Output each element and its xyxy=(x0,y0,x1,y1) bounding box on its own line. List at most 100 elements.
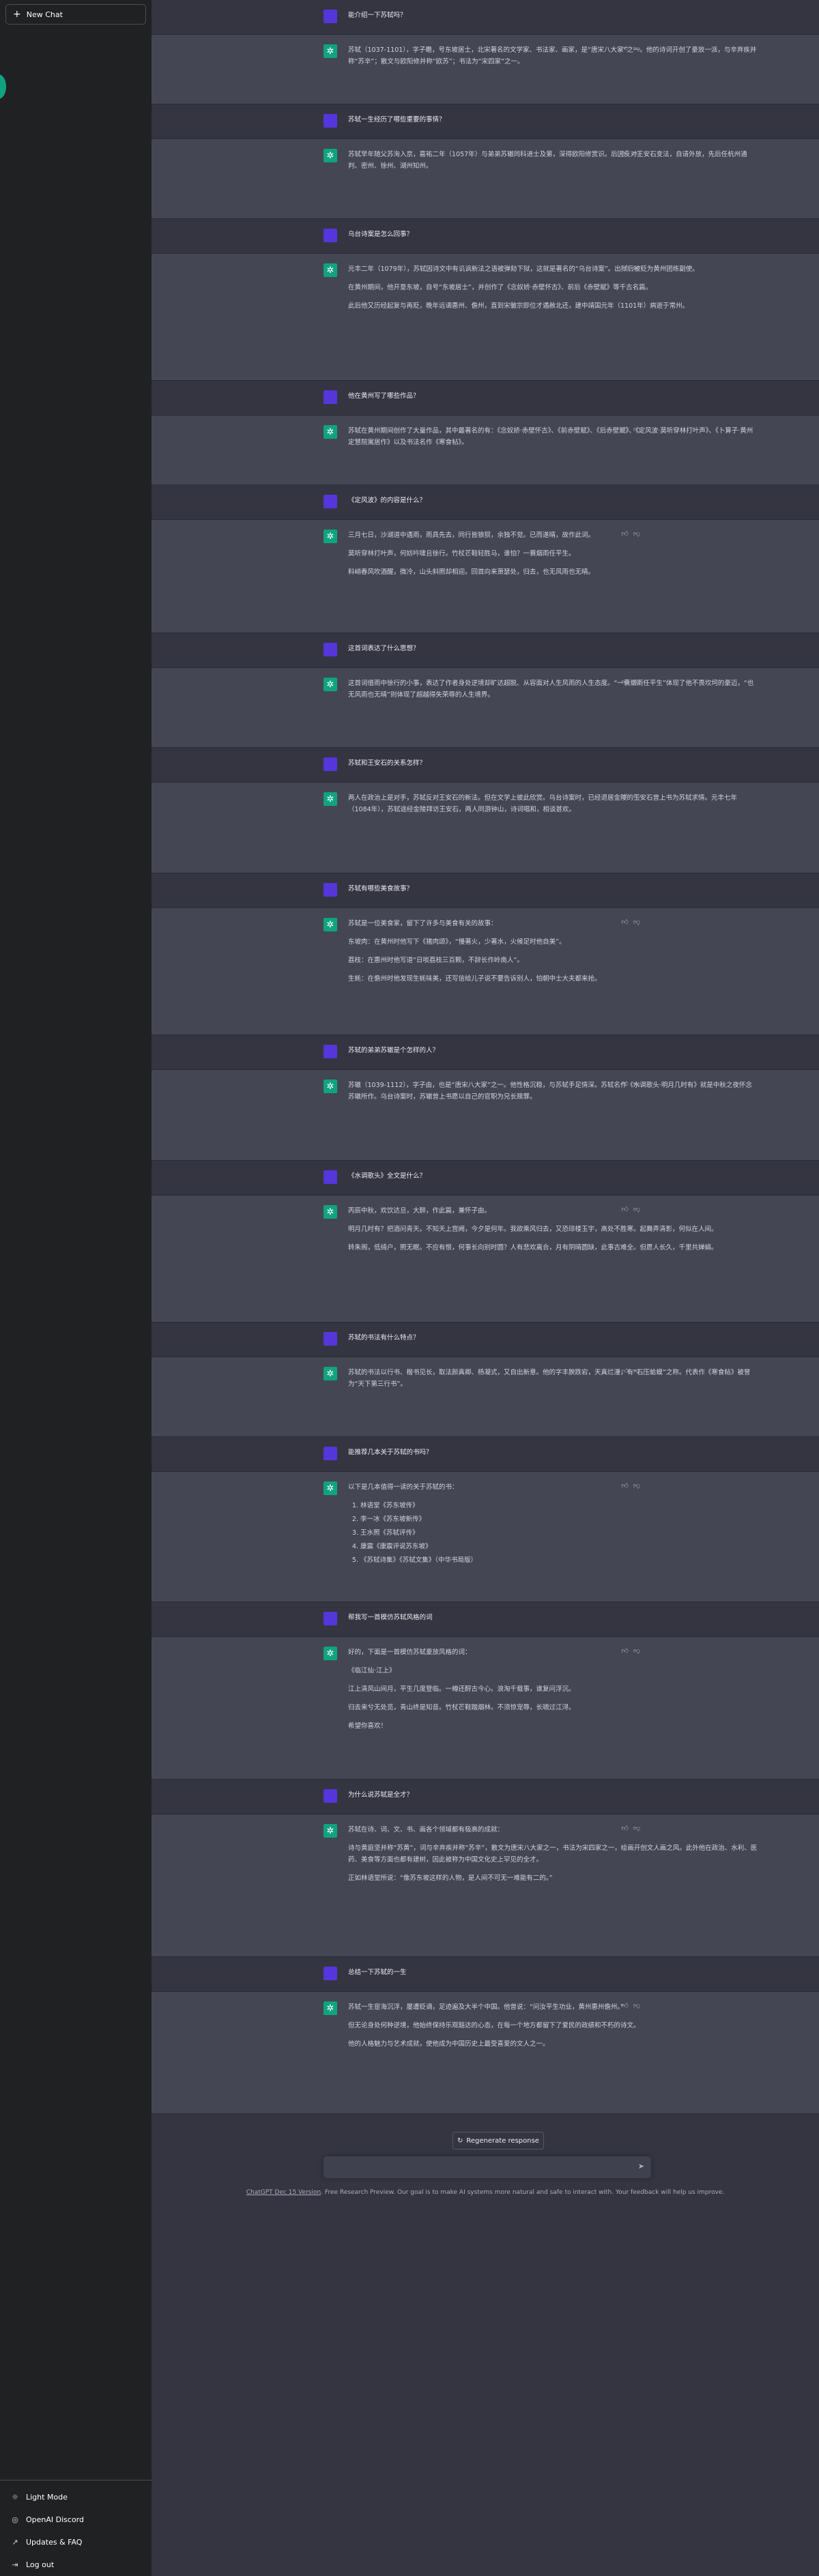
thumbs-down-icon[interactable]: 👎︎ xyxy=(633,425,640,433)
message-paragraph: 苏轼有哪些美食故事？ xyxy=(348,885,414,893)
message-text: 乌台诗案是怎么回事？ xyxy=(348,229,758,243)
assistant-logo-icon: ✲ xyxy=(324,530,337,543)
feedback-buttons: 👍︎ 👎︎ xyxy=(621,1481,640,1490)
thumbs-down-icon[interactable]: 👎︎ xyxy=(633,149,640,157)
thumbs-up-icon[interactable]: 👍︎ xyxy=(621,2001,628,2010)
message-paragraph: 在黄州期间，他开垦东坡，自号“东坡居士”，并创作了《念奴娇·赤壁怀古》、前后《赤… xyxy=(348,284,652,291)
new-chat-button[interactable]: + New Chat xyxy=(5,4,146,25)
user-message: 他在黄州写了哪些作品？ xyxy=(152,381,819,416)
user-message: 《定风波》的内容是什么？ xyxy=(152,485,819,520)
message-paragraph: 《定风波》的内容是什么？ xyxy=(348,497,427,504)
message-paragraph: 苏轼一生宦海沉浮，屡遭贬谪，足迹遍及大半个中国。他曾说：“问汝平生功业，黄州惠州… xyxy=(348,2003,624,2011)
thumbs-down-icon[interactable]: 👎︎ xyxy=(633,530,640,538)
message-paragraph: 但无论身处何种逆境，他始终保持乐观豁达的心态，在每一个地方都留下了爱民的政绩和不… xyxy=(348,2022,640,2029)
assistant-message: ✲ 两人在政治上是对手，苏轼反对王安石的新法。但在文学上彼此欣赏。乌台诗案时，已经… xyxy=(152,783,819,873)
user-message: 帮我写一首模仿苏轼风格的词 xyxy=(152,1602,819,1637)
list-item: 林语堂《苏东坡传》 xyxy=(360,1500,758,1511)
feedback-buttons: 👍︎ 👎︎ xyxy=(621,792,640,800)
thumbs-up-icon[interactable]: 👍︎ xyxy=(621,1367,628,1375)
sidebar-item-label: Light Mode xyxy=(26,2493,68,2502)
assistant-logo-icon: ✲ xyxy=(324,1205,337,1219)
thumbs-up-icon[interactable]: 👍︎ xyxy=(621,149,628,157)
message-input[interactable]: ➤ xyxy=(324,2156,651,2178)
thumbs-up-icon[interactable]: 👍︎ xyxy=(621,792,628,800)
thumbs-down-icon[interactable]: 👎︎ xyxy=(633,1481,640,1490)
thumbs-down-icon[interactable]: 👎︎ xyxy=(633,918,640,926)
sidebar-item-sun[interactable]: ☼ Light Mode xyxy=(0,2486,152,2508)
message-paragraph: 苏轼早年随父苏洵入京，嘉祐二年（1057年）与弟弟苏辙同科进士及第，深得欧阳修赏… xyxy=(348,151,747,170)
user-avatar xyxy=(324,10,337,23)
send-icon[interactable]: ➤ xyxy=(638,2162,644,2171)
thumbs-up-icon[interactable]: 👍︎ xyxy=(621,1824,628,1832)
message-text: 苏轼在诗、词、文、书、画各个领域都有极高的成就： 诗与黄庭坚并称“苏黄”，词与辛弃… xyxy=(348,1824,758,1891)
assistant-logo-icon: ✲ xyxy=(324,792,337,806)
message-paragraph: 荔枝：在惠州时他写道“日啖荔枝三百颗，不辞长作岭南人”。 xyxy=(348,957,523,964)
message-text: 苏轼的弟弟苏辙是个怎样的人？ xyxy=(348,1045,758,1059)
user-avatar xyxy=(324,757,337,771)
message-paragraph: 生蚝：在儋州时他发现生蚝味美，还写信给儿子说不要告诉别人，怕朝中士大夫都来抢。 xyxy=(348,975,601,983)
thumbs-up-icon[interactable]: 👍︎ xyxy=(621,918,628,926)
user-message: 《水调歌头》全文是什么？ xyxy=(152,1161,819,1196)
thumbs-up-icon[interactable]: 👍︎ xyxy=(621,678,628,686)
message-paragraph: 明月几时有？把酒问青天。不知天上宫阙，今夕是何年。我欲乘风归去，又恐琼楼玉宇，高… xyxy=(348,1226,718,1233)
thumbs-up-icon[interactable]: 👍︎ xyxy=(621,1481,628,1490)
message-text: 两人在政治上是对手，苏轼反对王安石的新法。但在文学上彼此欣赏。乌台诗案时，已经退… xyxy=(348,792,758,822)
user-avatar xyxy=(324,1612,337,1625)
regenerate-label: Regenerate response xyxy=(466,2137,539,2145)
sidebar-item-logout[interactable]: ⇥ Log out xyxy=(0,2553,152,2576)
message-text: 苏轼在黄州期间创作了大量作品，其中最著名的有：《念奴娇·赤壁怀古》、《前赤壁赋》… xyxy=(348,425,758,455)
thumbs-up-icon[interactable]: 👍︎ xyxy=(621,263,628,272)
thumbs-up-icon[interactable]: 👍︎ xyxy=(621,1647,628,1655)
message-paragraph: 江上清风山间月，平生几度登临。一樽还酹古今心。浪淘千载事，谁复问浮沉。 xyxy=(348,1685,575,1693)
message-text: 苏轼一生经历了哪些重要的事情？ xyxy=(348,114,758,128)
thumbs-down-icon[interactable]: 👎︎ xyxy=(633,1367,640,1375)
sidebar-item-discord[interactable]: ◎ OpenAI Discord xyxy=(0,2508,152,2531)
version-link[interactable]: ChatGPT Dec 15 Version xyxy=(246,2189,321,2196)
message-paragraph: 苏轼在诗、词、文、书、画各个领域都有极高的成就： xyxy=(348,1826,504,1834)
message-text: 苏轼（1037-1101），字子瞻，号东坡居士，北宋著名的文学家、书法家、画家，… xyxy=(348,44,758,74)
user-message: 能介绍一下苏轼吗？ xyxy=(152,0,819,35)
feedback-buttons: 👍︎ 👎︎ xyxy=(621,1367,640,1375)
message-paragraph: 苏轼在黄州期间创作了大量作品，其中最著名的有：《念奴娇·赤壁怀古》、《前赤壁赋》… xyxy=(348,427,753,446)
thumbs-down-icon[interactable]: 👎︎ xyxy=(633,792,640,800)
assistant-logo-icon: ✲ xyxy=(324,1367,337,1380)
sidebar-item-label: Updates & FAQ xyxy=(26,2538,83,2547)
message-text: 他在黄州写了哪些作品？ xyxy=(348,390,758,405)
footer-text: . Free Research Preview. Our goal is to … xyxy=(321,2189,725,2196)
user-message: 为什么说苏轼是全才？ xyxy=(152,1780,819,1814)
thumbs-up-icon[interactable]: 👍︎ xyxy=(621,1205,628,1213)
thumbs-up-icon[interactable]: 👍︎ xyxy=(621,44,628,53)
footer-disclaimer: ChatGPT Dec 15 Version. Free Research Pr… xyxy=(152,2189,819,2196)
thumbs-down-icon[interactable]: 👎︎ xyxy=(633,1647,640,1655)
user-avatar xyxy=(324,114,337,128)
user-avatar xyxy=(324,1447,337,1460)
message-paragraph: 苏轼（1037-1101），字子瞻，号东坡居士，北宋著名的文学家、书法家、画家，… xyxy=(348,46,757,66)
message-paragraph: 帮我写一首模仿苏轼风格的词 xyxy=(348,1614,433,1621)
list-item: 康震《康震评说苏东坡》 xyxy=(360,1541,758,1552)
assistant-message: ✲ 以下是几本值得一读的关于苏轼的书： 林语堂《苏东坡传》李一冰《苏东坡新传》王水照… xyxy=(152,1472,819,1602)
message-paragraph: 这首词表达了什么思想？ xyxy=(348,645,420,652)
user-avatar xyxy=(324,1332,337,1346)
sidebar-item-external-link[interactable]: ↗ Updates & FAQ xyxy=(0,2531,152,2553)
sidebar: + New Chat ☼ Light Mode ◎ OpenAI Discord ↗ Up… xyxy=(0,0,152,2576)
thumbs-down-icon[interactable]: 👎︎ xyxy=(633,1205,640,1213)
thumbs-down-icon[interactable]: 👎︎ xyxy=(633,678,640,686)
thumbs-down-icon[interactable]: 👎︎ xyxy=(633,44,640,53)
thumbs-down-icon[interactable]: 👎︎ xyxy=(633,263,640,272)
user-avatar xyxy=(324,1170,337,1184)
thumbs-down-icon[interactable]: 👎︎ xyxy=(633,2001,640,2010)
thumbs-down-icon[interactable]: 👎︎ xyxy=(633,1080,640,1088)
user-message: 这首词表达了什么思想？ xyxy=(152,633,819,668)
assistant-message: ✲ 苏轼在黄州期间创作了大量作品，其中最著名的有：《念奴娇·赤壁怀古》、《前赤壁赋… xyxy=(152,416,819,485)
thumbs-up-icon[interactable]: 👍︎ xyxy=(621,530,628,538)
thumbs-down-icon[interactable]: 👎︎ xyxy=(633,1824,640,1832)
message-paragraph: 此后他又历经起复与再贬，晚年远谪惠州、儋州，直到宋徽宗即位才遇赦北还，建中靖国元… xyxy=(348,302,689,310)
message-paragraph: 转朱阁，低绮户，照无眠。不应有恨，何事长向别时圆？人有悲欢离合，月有阴晴圆缺，此… xyxy=(348,1244,718,1251)
assistant-logo-icon: ✲ xyxy=(324,263,337,277)
regenerate-button[interactable]: ↻ Regenerate response xyxy=(452,2132,544,2150)
thumbs-up-icon[interactable]: 👍︎ xyxy=(621,425,628,433)
message-paragraph: 为什么说苏轼是全才？ xyxy=(348,1791,414,1799)
assistant-logo-icon: ✲ xyxy=(324,149,337,162)
thumbs-up-icon[interactable]: 👍︎ xyxy=(621,1080,628,1088)
sidebar-item-label: OpenAI Discord xyxy=(26,2515,84,2524)
